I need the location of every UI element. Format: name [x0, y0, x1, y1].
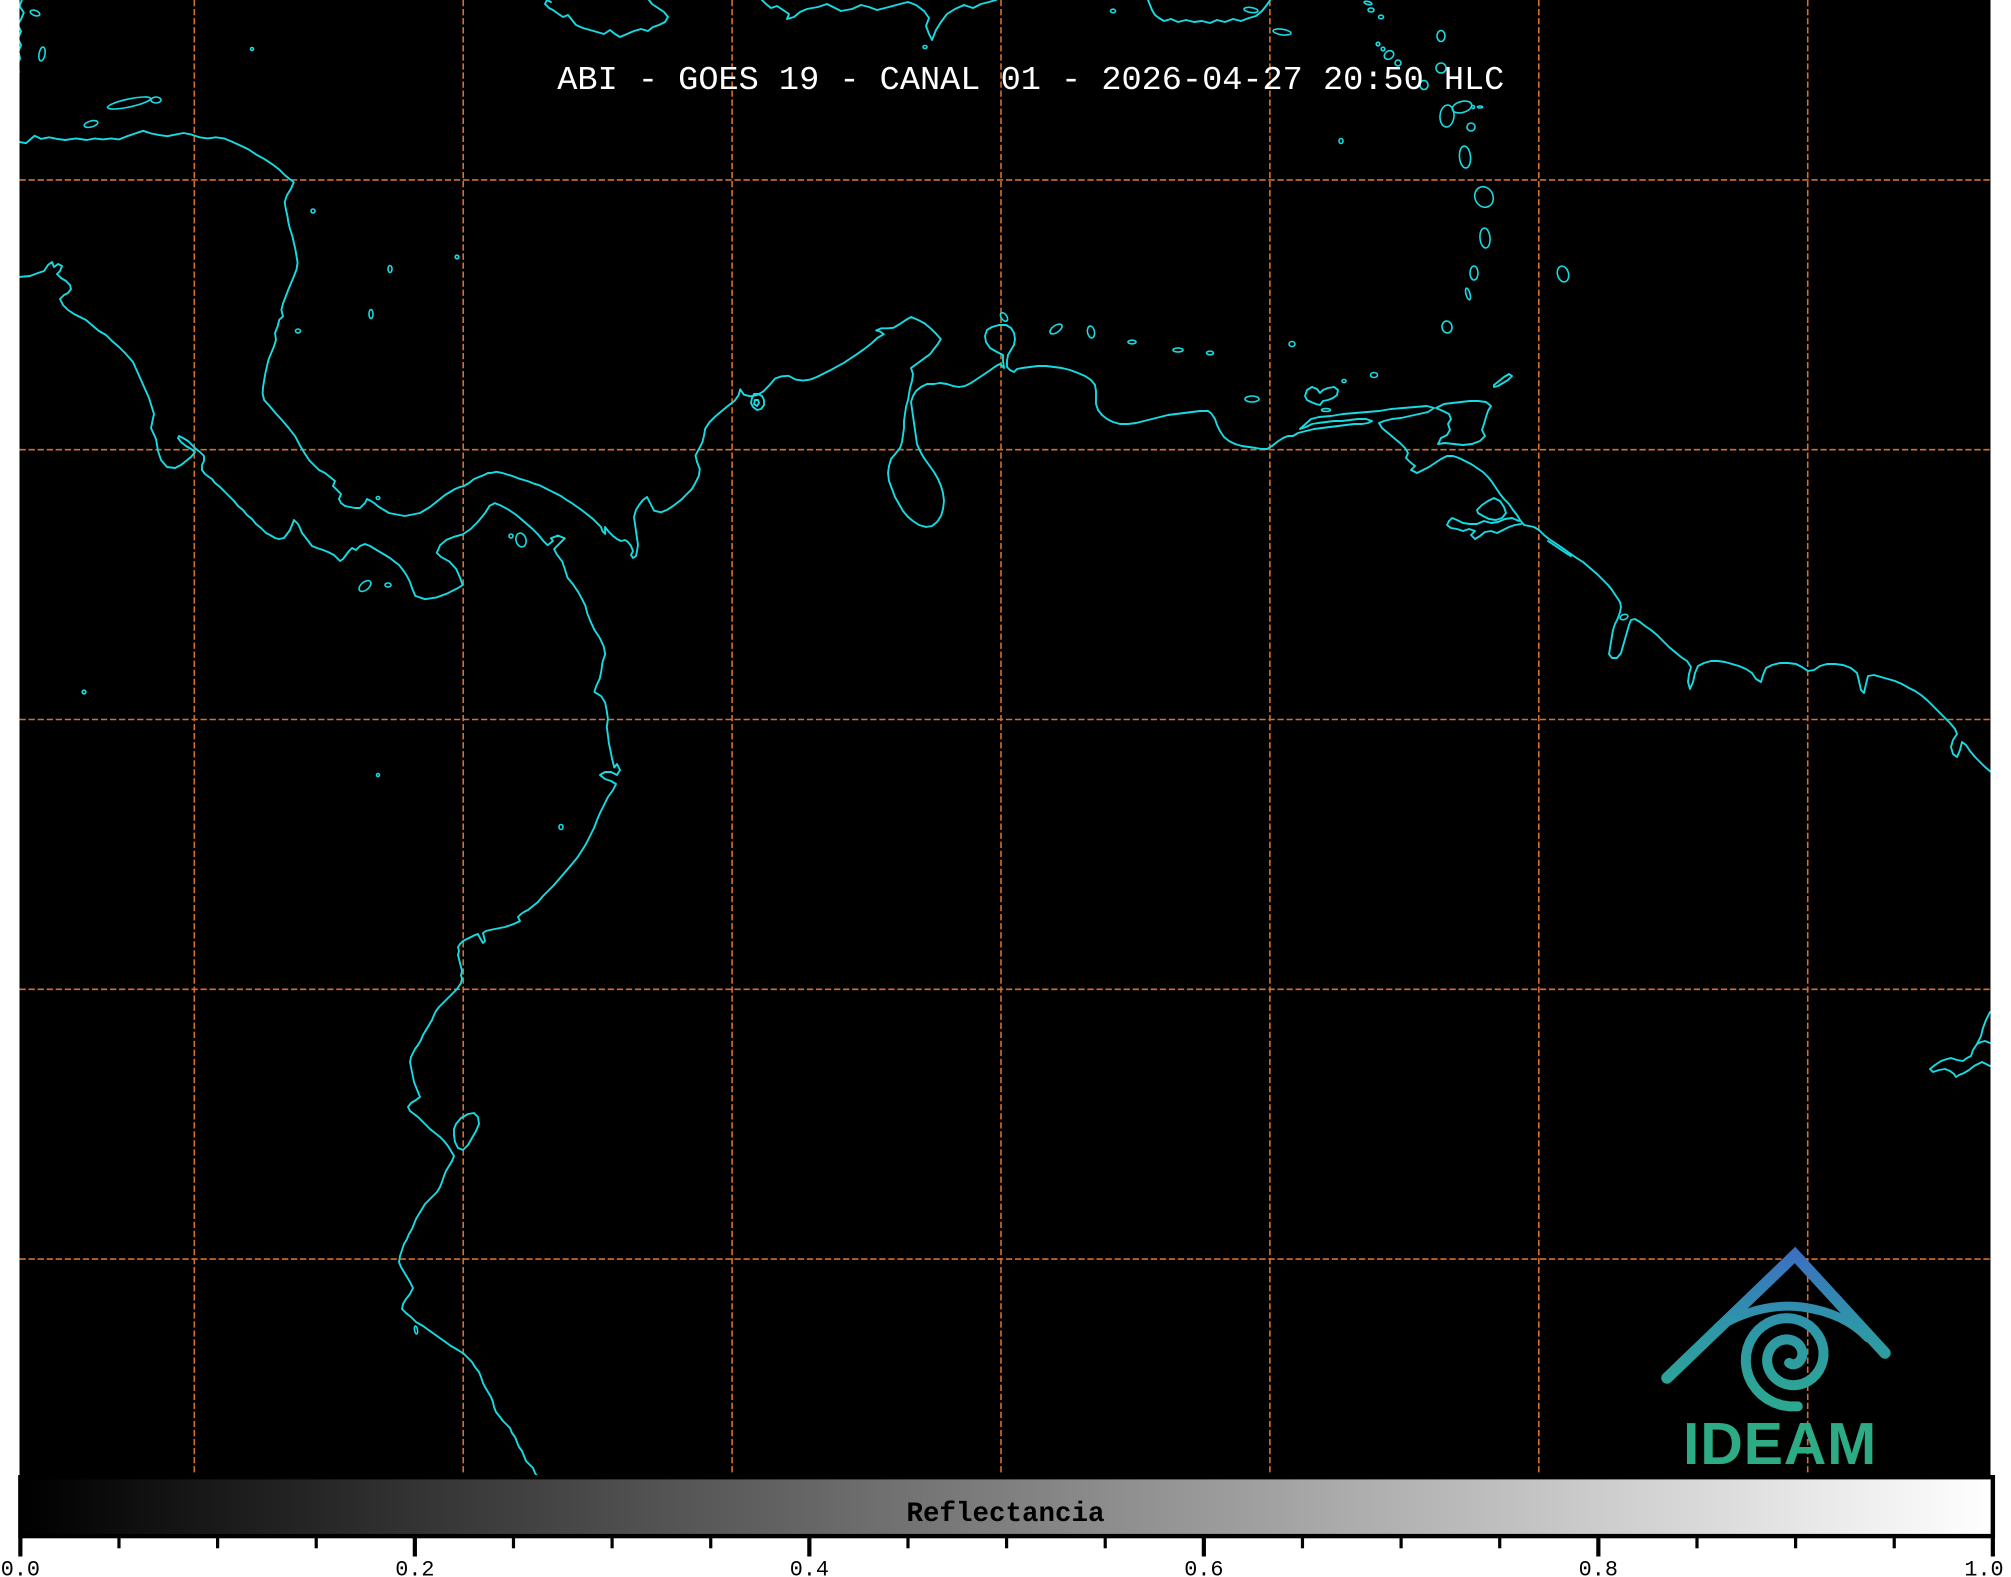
- svg-text:ABI - GOES 19 - CANAL 01 - 202: ABI - GOES 19 - CANAL 01 - 2026-04-27 20…: [557, 62, 1504, 100]
- svg-text:0.8: 0.8: [1579, 1558, 1618, 1577]
- svg-text:IDEAM: IDEAM: [1683, 1411, 1877, 1477]
- svg-text:0.4: 0.4: [790, 1558, 829, 1577]
- svg-text:1.0: 1.0: [1964, 1558, 2003, 1577]
- svg-text:Reflectancia: Reflectancia: [906, 1499, 1104, 1530]
- svg-text:0.0: 0.0: [1, 1558, 40, 1577]
- svg-text:0.6: 0.6: [1184, 1558, 1223, 1577]
- svg-text:0.2: 0.2: [395, 1558, 434, 1577]
